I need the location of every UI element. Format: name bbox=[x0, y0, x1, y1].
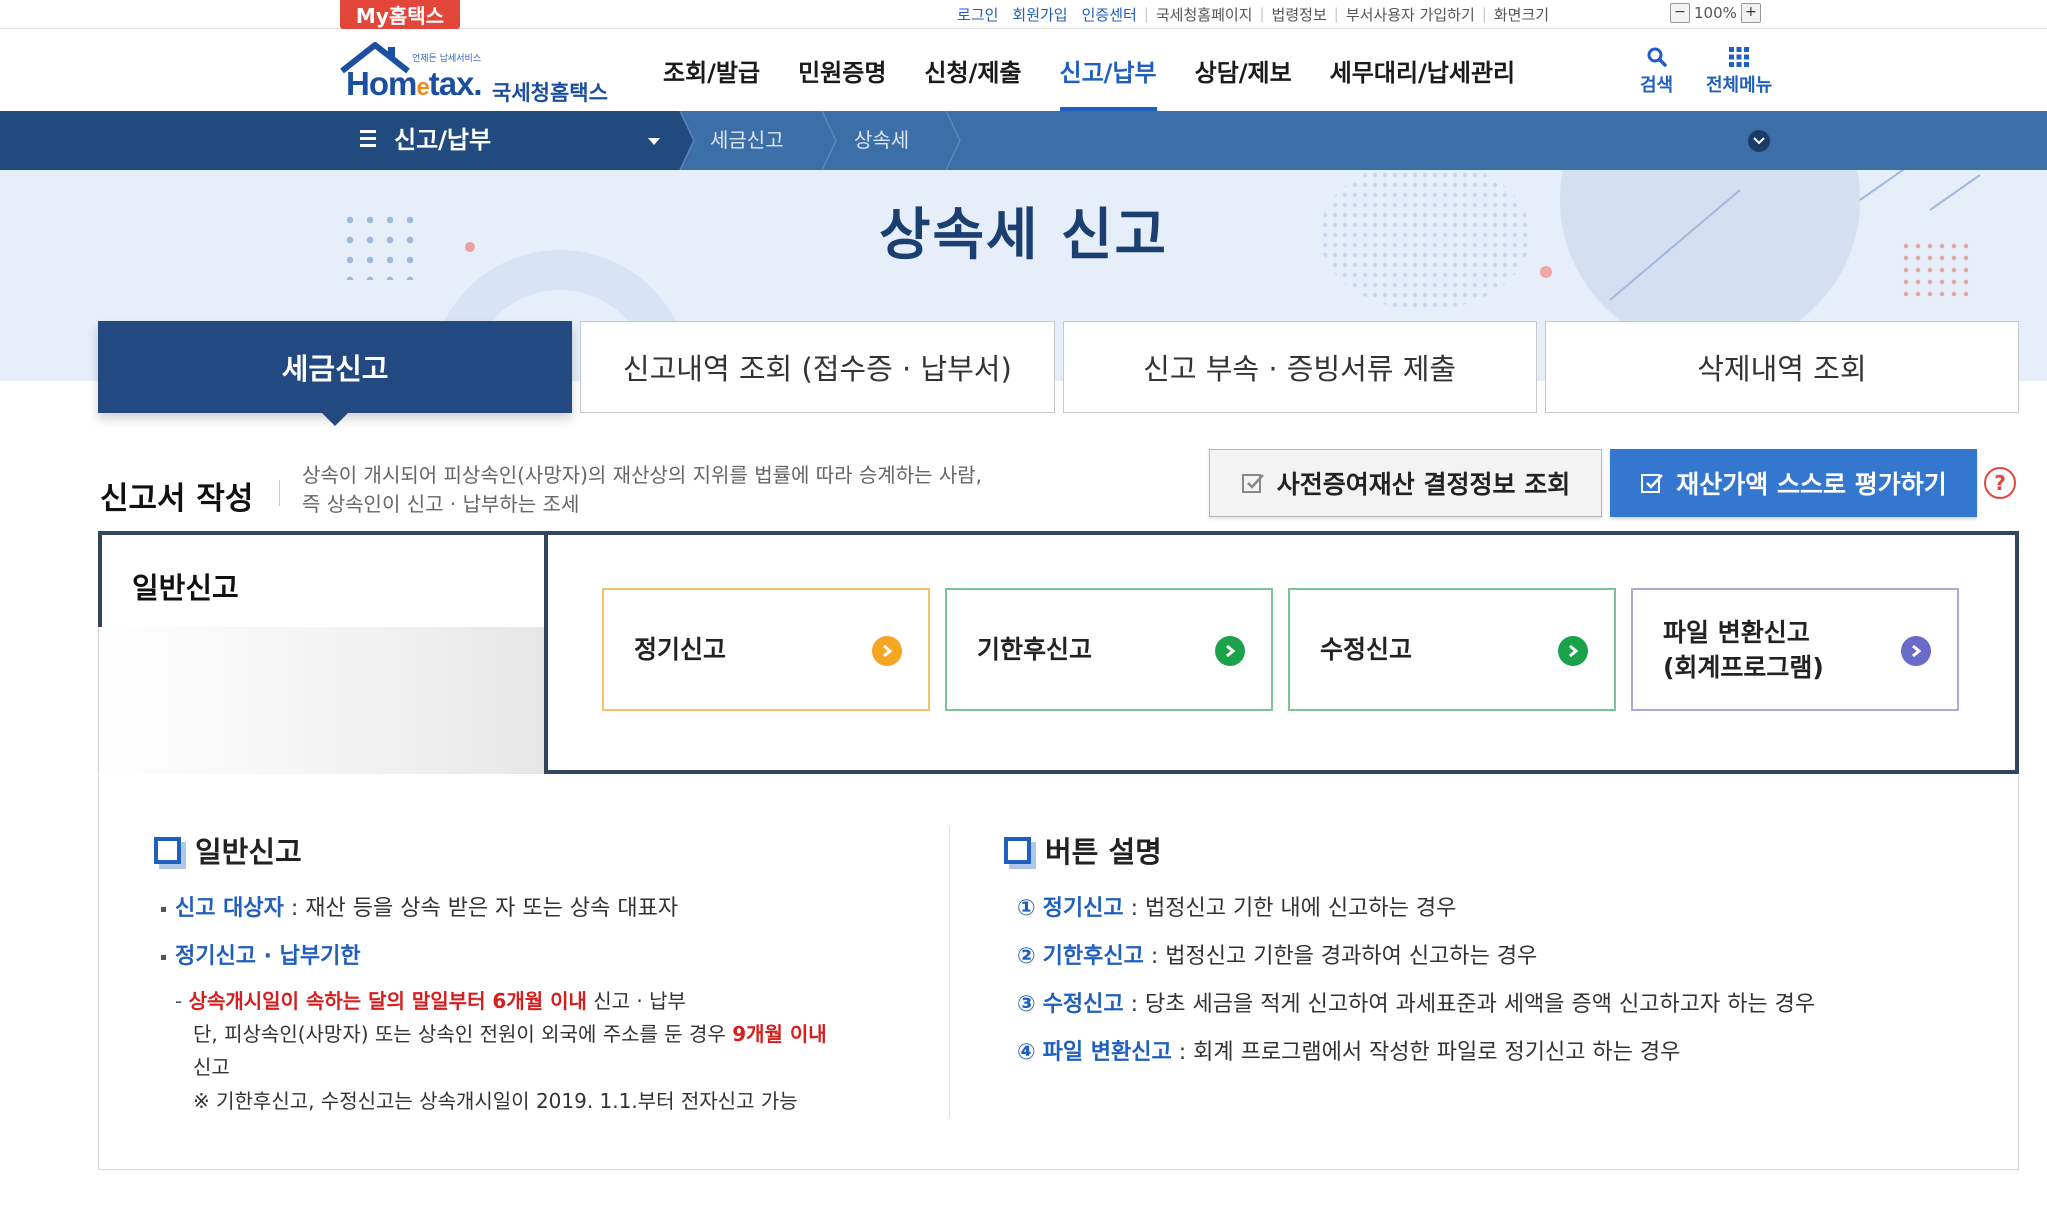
location-bar: 신고/납부 세금신고 상속세 bbox=[0, 111, 2047, 170]
arrow-right-icon bbox=[1215, 636, 1245, 666]
info-target-line: 신고 대상자 : 재산 등을 상속 받은 자 또는 상속 대표자 bbox=[161, 890, 678, 922]
general-report-tab[interactable]: 일반신고 bbox=[98, 531, 548, 627]
caret-down-icon bbox=[648, 138, 660, 145]
self-valuation-label: 재산가액 스스로 평가하기 bbox=[1676, 470, 1947, 499]
amended-report-button[interactable]: 수정신고 bbox=[1288, 588, 1616, 711]
nav-civil-certificate[interactable]: 민원증명 bbox=[779, 29, 905, 111]
tab-deleted-history[interactable]: 삭제내역 조회 bbox=[1544, 321, 2019, 413]
location-menu-title: 신고/납부 bbox=[394, 126, 492, 154]
nav-report-payment[interactable]: 신고/납부 bbox=[1041, 29, 1176, 111]
prior-gift-info-button[interactable]: 사전증여재산 결정정보 조회 bbox=[1209, 449, 1602, 517]
self-valuation-button[interactable]: 재산가액 스스로 평가하기 bbox=[1610, 449, 1977, 517]
general-report-panel: 일반신고 정기신고 기한후신고 수정신고 파일 변환신고 (회계프로그램) bbox=[98, 531, 2019, 774]
header: 언제든 납세서비스 Hometax. 국세청홈택스 조회/발급 민원증명 신청/… bbox=[0, 29, 2047, 111]
chevron-right-icon bbox=[679, 111, 695, 170]
cert-center-link[interactable]: 인증센터 bbox=[1075, 4, 1144, 25]
search-button[interactable]: 검색 bbox=[1640, 43, 1673, 97]
chevron-down-icon bbox=[1753, 137, 1765, 145]
logo-tagline: 언제든 납세서비스 bbox=[412, 54, 482, 64]
all-menu-label: 전체메뉴 bbox=[1706, 75, 1773, 96]
button-desc-item: ① 정기신고 : 법정신고 기한 내에 신고하는 경우 bbox=[1017, 896, 1457, 921]
arrow-right-icon bbox=[1901, 636, 1931, 666]
zoom-control: − 100% + bbox=[1670, 1, 1761, 25]
divider bbox=[279, 480, 280, 506]
info-deadline-line1: - 상속개시일이 속하는 달의 말일부터 6개월 이내 신고 · 납부 bbox=[175, 989, 686, 1013]
section-description: 상속이 개시되어 피상속인(사망자)의 재산상의 지위를 법률에 따라 승계하는… bbox=[302, 463, 983, 516]
nav-inquiry-issue[interactable]: 조회/발급 bbox=[644, 29, 779, 111]
file-conversion-report-button[interactable]: 파일 변환신고 (회계프로그램) bbox=[1631, 588, 1959, 711]
grid-menu-icon bbox=[1728, 43, 1750, 71]
location-expand-button[interactable] bbox=[1748, 130, 1770, 152]
law-info-link[interactable]: 법령정보 bbox=[1265, 4, 1334, 25]
button-desc-item: ② 기한후신고 : 법정신고 기한을 경과하여 신고하는 경우 bbox=[1017, 944, 1538, 969]
late-report-button[interactable]: 기한후신고 bbox=[945, 588, 1273, 711]
help-icon[interactable]: ? bbox=[1984, 467, 2016, 499]
prior-gift-info-label: 사전증여재산 결정정보 조회 bbox=[1276, 470, 1571, 499]
tab-bar: 세금신고 신고내역 조회 (접수증 · 납부서) 신고 부속 · 증빙서류 제출… bbox=[98, 321, 2019, 426]
square-bullet-icon bbox=[1004, 836, 1031, 864]
info-deadline-line3: 신고 bbox=[193, 1055, 230, 1079]
zoom-value: 100% bbox=[1694, 4, 1737, 22]
utility-links: 로그인 회원가입 인증센터 | 국세청홈페이지 | 법령정보 | 부서사용자 가… bbox=[950, 0, 1556, 28]
info-heading-general: 일반신고 bbox=[154, 829, 302, 871]
screen-size-label: 화면크기 bbox=[1493, 5, 1550, 24]
tab-supporting-docs[interactable]: 신고 부속 · 증빙서류 제출 bbox=[1062, 321, 1537, 413]
breadcrumb-tax-report[interactable]: 세금신고 bbox=[710, 111, 784, 170]
button-desc-item: ④ 파일 변환신고 : 회계 프로그램에서 작성한 파일로 정기신고 하는 경우 bbox=[1017, 1040, 1681, 1065]
all-menu-button[interactable]: 전체메뉴 bbox=[1706, 43, 1772, 97]
checkbox-edit-icon bbox=[1241, 474, 1264, 493]
info-section: 일반신고 신고 대상자 : 재산 등을 상속 받은 자 또는 상속 대표자 정기… bbox=[98, 775, 2019, 1170]
nav-consult-report[interactable]: 상담/제보 bbox=[1176, 29, 1311, 111]
logo-wordmark: Hometax. bbox=[346, 65, 483, 102]
nav-application-submission[interactable]: 신청/제출 bbox=[905, 29, 1040, 111]
info-heading-button-desc: 버튼 설명 bbox=[1004, 829, 1162, 871]
panel-left-shade bbox=[98, 627, 548, 774]
zoom-in-button[interactable]: + bbox=[1740, 3, 1761, 23]
logo-korean-name: 국세청홈택스 bbox=[492, 81, 608, 105]
signup-link[interactable]: 회원가입 bbox=[1005, 4, 1074, 25]
login-link[interactable]: 로그인 bbox=[950, 4, 1005, 25]
chevron-right-icon bbox=[821, 111, 837, 170]
tab-tax-report[interactable]: 세금신고 bbox=[98, 321, 573, 426]
hamburger-icon bbox=[360, 130, 376, 150]
section-title: 신고서 작성 bbox=[100, 481, 254, 517]
nav-tax-agent[interactable]: 세무대리/납세관리 bbox=[1311, 29, 1534, 111]
breadcrumb-inheritance-tax[interactable]: 상속세 bbox=[854, 111, 909, 170]
square-bullet-icon bbox=[154, 836, 181, 864]
checkbox-edit-icon bbox=[1641, 474, 1664, 493]
info-deadline-line2: 단, 피상속인(사망자) 또는 상속인 전원이 외국에 주소를 둔 경우 9개월… bbox=[193, 1022, 827, 1046]
tab-report-history[interactable]: 신고내역 조회 (접수증 · 납부서) bbox=[580, 321, 1055, 413]
regular-report-button[interactable]: 정기신고 bbox=[602, 588, 930, 711]
info-note: ※ 기한후신고, 수정신고는 상속개시일이 2019. 1.1.부터 전자신고 … bbox=[193, 1089, 798, 1113]
my-hometax-button[interactable]: My홈택스 bbox=[340, 0, 460, 29]
panel-border bbox=[544, 623, 548, 774]
dept-user-signup-link[interactable]: 부서사용자 가입하기 bbox=[1339, 4, 1482, 25]
page-title: 상속세 신고 bbox=[878, 203, 1169, 268]
search-icon bbox=[1646, 43, 1668, 71]
nts-homepage-link[interactable]: 국세청홈페이지 bbox=[1149, 4, 1260, 25]
general-report-tab-label: 일반신고 bbox=[132, 571, 239, 605]
search-label: 검색 bbox=[1640, 75, 1674, 96]
divider bbox=[949, 827, 950, 1117]
hometax-logo[interactable]: 언제든 납세서비스 Hometax. 국세청홈택스 bbox=[336, 39, 616, 105]
info-deadline-heading: 정기신고 · 납부기한 bbox=[161, 938, 361, 970]
chevron-right-icon bbox=[945, 111, 961, 170]
main-nav: 조회/발급 민원증명 신청/제출 신고/납부 상담/제보 세무대리/납세관리 bbox=[644, 29, 1534, 111]
arrow-right-icon bbox=[1558, 636, 1588, 666]
location-menu-dropdown[interactable]: 신고/납부 bbox=[0, 111, 680, 170]
button-desc-item: ③ 수정신고 : 당초 세금을 적게 신고하여 과세표준과 세액을 증액 신고하… bbox=[1017, 992, 1816, 1017]
top-utility-bar: My홈택스 로그인 회원가입 인증센터 | 국세청홈페이지 | 법령정보 | 부… bbox=[0, 0, 2047, 29]
arrow-right-icon bbox=[872, 636, 902, 666]
zoom-out-button[interactable]: − bbox=[1670, 3, 1690, 23]
